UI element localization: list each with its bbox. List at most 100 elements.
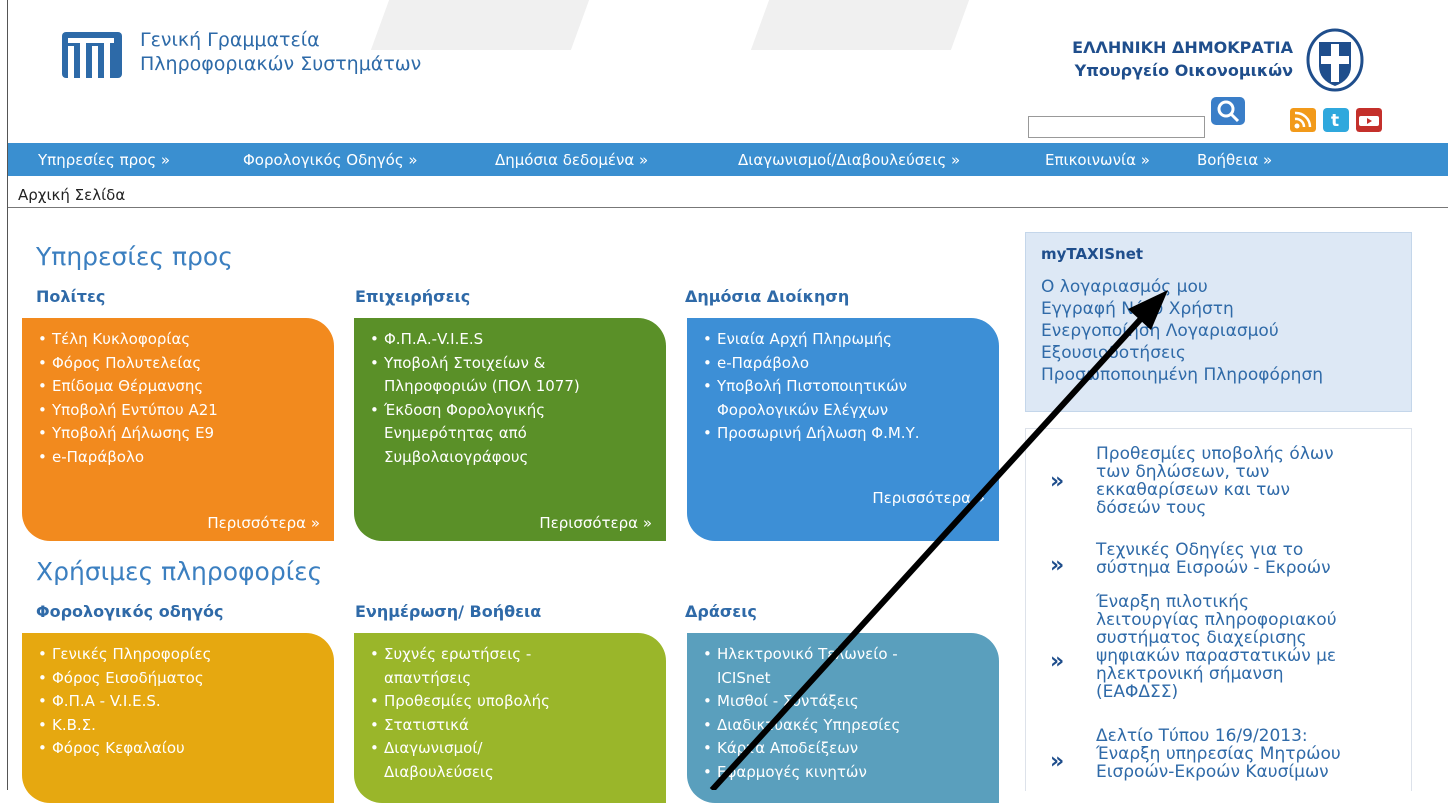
info-title: Χρήσιμες πληροφορίες — [36, 557, 323, 586]
news-line: δόσεών τους — [1096, 498, 1207, 518]
double-chevron-icon: » — [1050, 749, 1065, 774]
nav-services[interactable]: Υπηρεσίες προς » — [38, 151, 170, 169]
main-nav: Υπηρεσίες προς » Φορολογικός Οδηγός » Δη… — [8, 143, 1448, 176]
list-item[interactable]: e-Παράβολο — [36, 446, 334, 470]
citizens-heading[interactable]: Πολίτες — [36, 287, 105, 306]
list-item[interactable]: Υποβολή Δήλωσης Ε9 — [36, 422, 334, 446]
list-item[interactable]: Ενιαία Αρχή Πληρωμής — [701, 328, 949, 352]
watermark-shape — [750, 0, 970, 50]
news-panel: » Προθεσμίες υποβολής όλων των δηλώσεων,… — [1025, 428, 1412, 791]
twitter-icon[interactable]: t — [1323, 108, 1349, 132]
help-box: Συχνές ερωτήσεις - απαντήσεις Προθεσμίες… — [354, 633, 666, 803]
public-admin-box: Ενιαία Αρχή Πληρωμής e-Παράβολο Υποβολή … — [687, 318, 999, 541]
list-item[interactable]: Φόρος Εισοδήματος — [36, 667, 334, 691]
nav-tenders[interactable]: Διαγωνισμοί/Διαβουλεύσεις » — [738, 151, 960, 169]
news-line: Εισροών-Εκροών Καυσίμων — [1096, 762, 1329, 782]
list-item[interactable]: Επίδομα Θέρμανσης — [36, 375, 334, 399]
nav-help[interactable]: Βοήθεια » — [1197, 151, 1272, 169]
list-item[interactable]: Εφαρμογές κινητών — [701, 761, 949, 785]
news-line: Προθεσμίες υποβολής όλων — [1096, 444, 1334, 464]
breadcrumb[interactable]: Αρχική Σελίδα — [18, 186, 125, 204]
business-box: Φ.Π.Α.-V.I.E.S Υποβολή Στοιχείων & Πληρο… — [354, 318, 666, 541]
news-line: Έναρξη πιλοτικής — [1096, 592, 1250, 612]
news-line: συστήματος διαχείρισης — [1096, 628, 1307, 648]
list-item[interactable]: Προθεσμίες υποβολής — [368, 690, 596, 714]
tax-guide-box: Γενικές Πληροφορίες Φόρος Εισοδήματος Φ.… — [22, 633, 334, 803]
news-item[interactable]: Δελτίο Τύπου 16/9/2013: Έναρξη υπηρεσίας… — [1096, 727, 1396, 781]
list-item[interactable]: Στατιστικά — [368, 714, 596, 738]
public-admin-heading[interactable]: Δημόσια Διοίκηση — [685, 287, 849, 306]
list-item[interactable]: Προσωρινή Δήλωση Φ.Μ.Υ. — [701, 422, 949, 446]
list-item[interactable]: Μισθοί - Συντάξεις — [701, 690, 949, 714]
org-name-line1: Γενική Γραμματεία — [140, 29, 320, 51]
news-line: Τεχνικές Οδηγίες για το — [1096, 540, 1304, 560]
list-item[interactable]: Διαγωνισμοί/ Διαβουλεύσεις — [368, 737, 596, 784]
news-line: των δηλώσεων, των — [1096, 462, 1270, 482]
ministry-label: ΕΛΛΗΝΙΚΗ ΔΗΜΟΚΡΑΤΙΑ Υπουργείο Οικονομικώ… — [1072, 36, 1293, 82]
mytaxisnet-panel: myTAXISnet Ο λογαριασμός μου Εγγραφή Νέο… — [1025, 232, 1412, 412]
my-account-link[interactable]: Ο λογαριασμός μου — [1041, 277, 1208, 297]
business-more-link[interactable]: Περισσότερα » — [539, 514, 652, 532]
help-heading[interactable]: Ενημέρωση/ Βοήθεια — [355, 602, 541, 621]
list-item[interactable]: Κ.Β.Σ. — [36, 714, 334, 738]
news-line: ηλεκτρονική σήμανση — [1096, 664, 1284, 684]
business-heading[interactable]: Επιχειρήσεις — [355, 287, 470, 306]
list-item[interactable]: Φ.Π.Α - V.I.E.S. — [36, 690, 334, 714]
list-item[interactable]: Υποβολή Εντύπου Α21 — [36, 399, 334, 423]
mytaxisnet-title: myTAXISnet — [1041, 245, 1144, 263]
org-name[interactable]: Γενική Γραμματεία Πληροφοριακών Συστημάτ… — [140, 28, 421, 76]
search-input[interactable] — [1028, 116, 1205, 138]
personalized-info-link[interactable]: Προσωποποιημένη Πληροφόρηση — [1041, 365, 1323, 385]
nav-contact[interactable]: Επικοινωνία » — [1045, 151, 1150, 169]
actions-box: Ηλεκτρονικό Τελωνείο - ICISnet Μισθοί - … — [687, 633, 999, 803]
rss-icon[interactable] — [1290, 108, 1316, 132]
news-item[interactable]: Προθεσμίες υποβολής όλων των δηλώσεων, τ… — [1096, 445, 1396, 517]
list-item[interactable]: Διαδικτυακές Υπηρεσίες — [701, 714, 949, 738]
left-border-line — [7, 0, 8, 790]
list-item[interactable]: Κάρτα Αποδείξεων — [701, 737, 949, 761]
list-item[interactable]: Φόρος Πολυτελείας — [36, 352, 334, 376]
register-link[interactable]: Εγγραφή Νέου Χρήστη — [1041, 299, 1234, 319]
services-title: Υπηρεσίες προς — [36, 242, 233, 271]
double-chevron-icon: » — [1050, 553, 1065, 578]
nav-public-data[interactable]: Δημόσια δεδομένα » — [495, 151, 648, 169]
list-item[interactable]: Έκδοση Φορολογικής Ενημερότητας από Συμβ… — [368, 399, 616, 470]
gsis-logo[interactable] — [60, 28, 128, 82]
citizens-box: Τέλη Κυκλοφορίας Φόρος Πολυτελείας Επίδο… — [22, 318, 334, 541]
news-line: σύστημα Εισροών - Εκροών — [1096, 558, 1331, 578]
news-line: Δελτίο Τύπου 16/9/2013: — [1096, 726, 1308, 746]
news-line: εκκαθαρίσεων και των — [1096, 480, 1291, 500]
svg-text:t: t — [1331, 111, 1339, 131]
news-item[interactable]: Έναρξη πιλοτικής λειτουργίας πληροφοριακ… — [1096, 593, 1396, 701]
list-item[interactable]: e-Παράβολο — [701, 352, 949, 376]
news-line: Έναρξη υπηρεσίας Μητρώου — [1096, 744, 1341, 764]
ministry-name: Υπουργείο Οικονομικών — [1074, 61, 1293, 80]
list-item[interactable]: Γενικές Πληροφορίες — [36, 643, 334, 667]
greek-emblem-icon — [1306, 28, 1364, 92]
double-chevron-icon: » — [1050, 649, 1065, 674]
public-admin-more-link[interactable]: Περισσότερα » — [872, 489, 985, 507]
citizens-more-link[interactable]: Περισσότερα » — [207, 514, 320, 532]
org-name-line2: Πληροφοριακών Συστημάτων — [140, 53, 422, 75]
list-item[interactable]: Υποβολή Πιστοποιητικών Φορολογικών Ελέγχ… — [701, 375, 949, 422]
authorizations-link[interactable]: Εξουσιοδοτήσεις — [1041, 343, 1186, 363]
news-line: ψηφιακών παραστατικών με — [1096, 646, 1337, 666]
search-icon[interactable] — [1210, 96, 1246, 126]
list-item[interactable]: Υποβολή Στοιχείων & Πληροφοριών (ΠΟΛ 107… — [368, 352, 616, 399]
list-item[interactable]: Συχνές ερωτήσεις - απαντήσεις — [368, 643, 596, 690]
list-item[interactable]: Φόρος Κεφαλαίου — [36, 737, 334, 761]
youtube-icon[interactable] — [1356, 108, 1382, 132]
news-line: λειτουργίας πληροφοριακού — [1096, 610, 1337, 630]
actions-heading[interactable]: Δράσεις — [685, 602, 757, 621]
nav-tax-guide[interactable]: Φορολογικός Οδηγός » — [243, 151, 418, 169]
list-item[interactable]: Ηλεκτρονικό Τελωνείο - ICISnet — [701, 643, 949, 690]
news-line: (ΕΑΦΔΣΣ) — [1096, 682, 1179, 702]
breadcrumb-divider — [8, 207, 1448, 208]
double-chevron-icon: » — [1050, 469, 1065, 494]
tax-guide-heading[interactable]: Φορολογικός οδηγός — [36, 602, 223, 621]
list-item[interactable]: Τέλη Κυκλοφορίας — [36, 328, 334, 352]
republic-label: ΕΛΛΗΝΙΚΗ ΔΗΜΟΚΡΑΤΙΑ — [1072, 38, 1293, 57]
list-item[interactable]: Φ.Π.Α.-V.I.E.S — [368, 328, 616, 352]
news-item[interactable]: Τεχνικές Οδηγίες για το σύστημα Εισροών … — [1096, 541, 1396, 577]
activate-account-link[interactable]: Ενεργοποίηση Λογαριασμού — [1041, 321, 1279, 341]
